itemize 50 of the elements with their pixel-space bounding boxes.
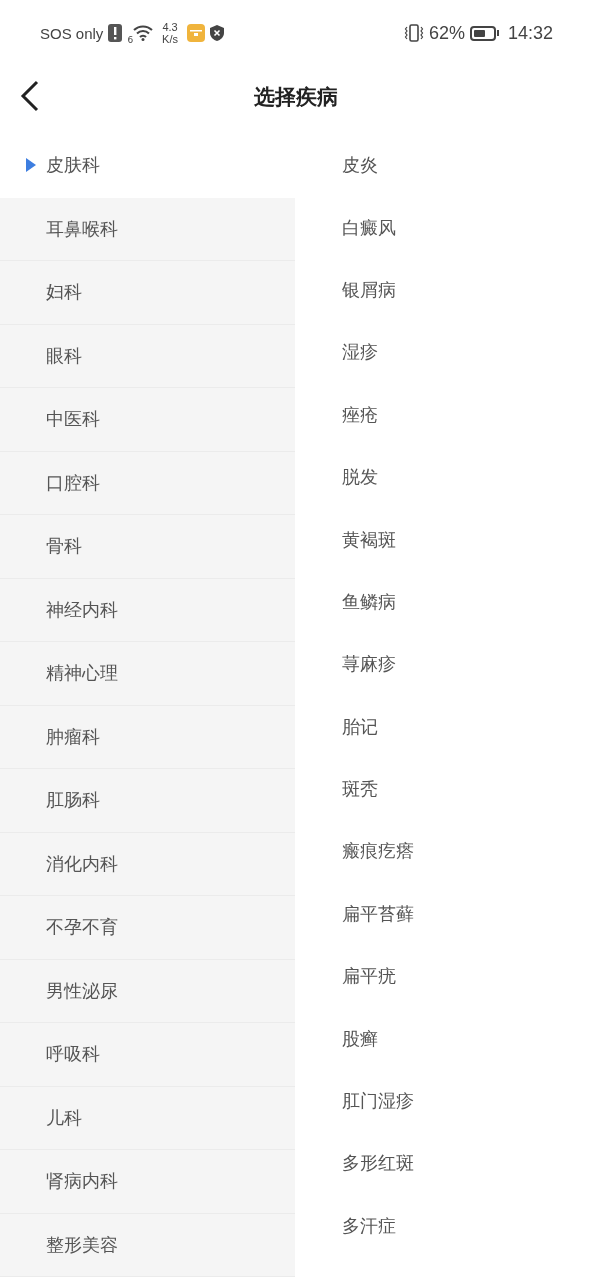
department-item[interactable]: 肿瘤科 [0, 705, 295, 769]
department-item[interactable]: 消化内科 [0, 832, 295, 896]
disease-item[interactable]: 胎记 [342, 714, 378, 739]
department-item[interactable]: 肛肠科 [0, 769, 295, 833]
disease-item[interactable]: 黄褐斑 [342, 527, 396, 552]
disease-item[interactable]: 湿疹 [342, 340, 378, 365]
disease-item[interactable]: 多汗症 [342, 1213, 396, 1238]
alert-icon [108, 24, 123, 42]
department-item[interactable]: 男性泌尿 [0, 959, 295, 1023]
page-title: 选择疾病 [253, 84, 338, 111]
speed-unit: K/s [162, 33, 178, 45]
disease-item[interactable]: 痤疮 [342, 402, 378, 427]
network-type-label: 6 [127, 35, 134, 45]
department-item[interactable]: 眼科 [0, 324, 295, 388]
battery-percent: 62% [428, 22, 465, 44]
disease-item[interactable]: 银屑病 [342, 277, 396, 302]
disease-item[interactable]: 扁平疣 [342, 964, 396, 989]
department-item[interactable]: 整形美容 [0, 1213, 295, 1277]
app-notification-icon [187, 24, 205, 42]
disease-item[interactable]: 斑秃 [342, 777, 378, 802]
disease-item[interactable]: 白癜风 [342, 215, 396, 240]
department-item[interactable]: 神经内科 [0, 578, 295, 642]
speed-value: 4.3 [162, 21, 178, 33]
department-item[interactable]: 中医科 [0, 388, 295, 452]
department-item[interactable]: 妇科 [0, 261, 295, 325]
department-item[interactable]: 不孕不育 [0, 896, 295, 960]
disease-item[interactable]: 鱼鳞病 [342, 589, 396, 614]
wifi-icon [133, 25, 154, 41]
disease-item[interactable]: 脱发 [342, 465, 378, 490]
clock-time: 14:32 [507, 22, 553, 44]
disease-item[interactable]: 皮炎 [342, 153, 378, 178]
department-item[interactable]: 呼吸科 [0, 1023, 295, 1087]
disease-item[interactable]: 股癣 [342, 1026, 378, 1051]
department-item[interactable]: 耳鼻喉科 [0, 197, 295, 261]
disease-item[interactable]: 扁平苔藓 [342, 901, 414, 926]
department-item[interactable]: 儿科 [0, 1086, 295, 1150]
department-item[interactable]: 口腔科 [0, 451, 295, 515]
department-item[interactable]: 精神心理 [0, 642, 295, 706]
shield-icon [210, 25, 224, 41]
disease-item[interactable]: 荨麻疹 [342, 652, 396, 677]
disease-item[interactable]: 多形红斑 [342, 1151, 414, 1176]
disease-item[interactable]: 瘢痕疙瘩 [342, 839, 414, 864]
selected-arrow-icon [26, 158, 36, 173]
vibrate-icon [403, 23, 424, 43]
department-item[interactable]: 骨科 [0, 515, 295, 579]
department-item[interactable]: 皮肤科 [0, 134, 295, 198]
battery-icon [469, 25, 499, 41]
disease-item[interactable]: 肛门湿疹 [342, 1089, 414, 1114]
carrier-text: SOS only [40, 24, 104, 42]
department-item[interactable]: 肾病内科 [0, 1150, 295, 1214]
